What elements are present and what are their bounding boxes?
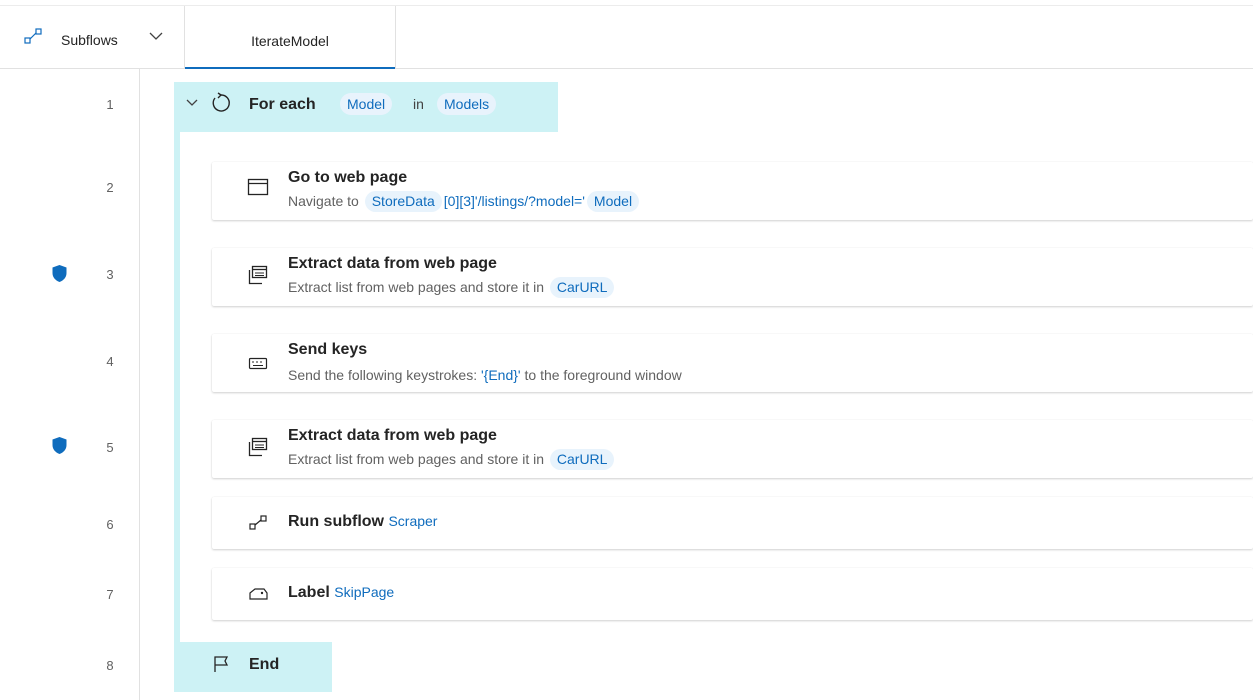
extract-data-icon (248, 437, 268, 457)
line-number: 2 (106, 180, 114, 195)
item-variable-pill[interactable]: Model (340, 93, 393, 115)
keystroke-value: '{End}' (481, 367, 521, 383)
action-label[interactable]: Label SkipPage (212, 568, 1253, 620)
action-title: Label SkipPage (288, 584, 395, 601)
action-description: Navigate to StoreData [0][3]'/listings/?m… (288, 191, 641, 212)
foreach-label: For each (249, 96, 316, 113)
action-run-subflow[interactable]: Run subflow Scraper (212, 497, 1253, 549)
action-title: Run subflow Scraper (288, 513, 438, 530)
variable-pill[interactable]: CarURL (549, 277, 615, 298)
chevron-down-icon (149, 32, 163, 40)
action-title: Extract data from web page (288, 427, 497, 444)
line-number: 1 (106, 97, 114, 112)
subflow-icon (249, 515, 267, 530)
label-name[interactable]: SkipPage (334, 584, 394, 600)
shield-icon[interactable] (51, 436, 68, 455)
line-number: 3 (106, 267, 114, 282)
foreach-in-label: in (413, 96, 424, 112)
active-tab-indicator (185, 67, 395, 69)
list-variable-pill[interactable]: Models (437, 93, 497, 115)
chevron-down-icon[interactable] (186, 98, 198, 108)
keyboard-icon (248, 357, 268, 370)
subflow-icon (24, 28, 42, 44)
subflows-label: Subflows (61, 32, 118, 48)
line-number: 4 (106, 354, 114, 369)
loop-icon (212, 92, 230, 112)
line-number: 6 (106, 517, 114, 532)
action-description: Extract list from web pages and store it… (288, 449, 616, 470)
flag-icon (214, 656, 229, 672)
action-title: Extract data from web page (288, 255, 497, 272)
action-description: Extract list from web pages and store it… (288, 277, 616, 298)
variable-pill[interactable]: StoreData (364, 191, 442, 212)
tab-label: IterateModel (251, 33, 329, 49)
action-title: Go to web page (288, 169, 408, 186)
line-number: 8 (106, 658, 114, 673)
line-number: 7 (106, 587, 114, 602)
foreach-block-bar (174, 132, 180, 643)
line-number: 5 (106, 440, 114, 455)
label-icon (249, 588, 268, 600)
action-title: Send keys (288, 341, 368, 358)
top-bar: Subflows IterateModel (0, 0, 1253, 69)
tab-iteratemodel[interactable]: IterateModel (185, 6, 396, 69)
action-description: Send the following keystrokes: '{End}' t… (288, 367, 682, 383)
end-label: End (249, 656, 280, 673)
subflows-dropdown-button[interactable]: Subflows (0, 6, 185, 68)
shield-icon[interactable] (51, 264, 68, 283)
gutter-divider (139, 69, 140, 700)
action-go-to-web-page[interactable]: Go to web page Navigate to StoreData [0][… (212, 162, 1253, 220)
browser-window-icon (247, 178, 269, 196)
action-extract-data[interactable]: Extract data from web page Extract list … (212, 420, 1253, 478)
variable-pill[interactable]: Model (586, 191, 640, 212)
action-send-keys[interactable]: Send keys Send the following keystrokes:… (212, 334, 1253, 392)
subflow-name[interactable]: Scraper (388, 513, 437, 529)
variable-pill[interactable]: CarURL (549, 449, 615, 470)
action-extract-data[interactable]: Extract data from web page Extract list … (212, 248, 1253, 306)
extract-data-icon (248, 265, 268, 285)
